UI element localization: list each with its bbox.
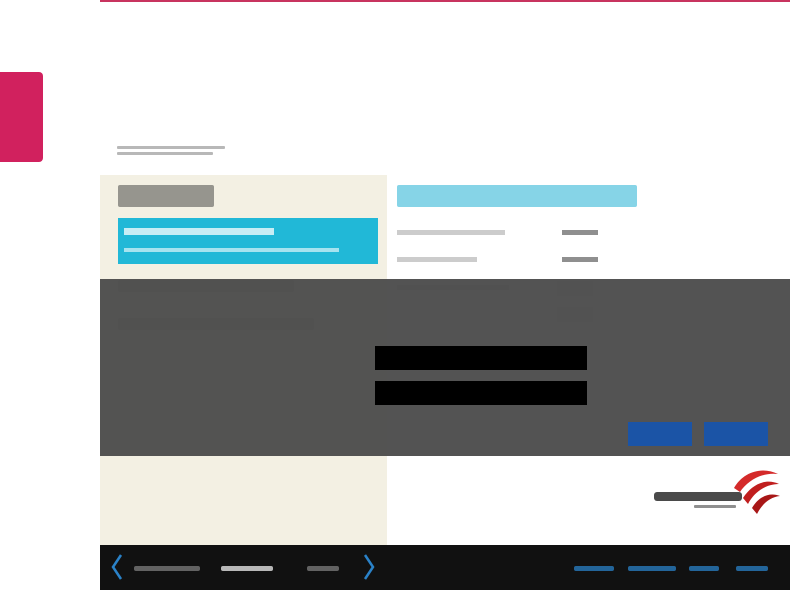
footer-action-discard[interactable] xyxy=(628,566,676,571)
setup-header-text xyxy=(117,146,229,160)
user-status-label xyxy=(397,257,477,262)
footer-tab-boot[interactable] xyxy=(307,566,339,571)
pane-title xyxy=(397,185,637,207)
footer-tab-security[interactable] xyxy=(221,566,273,571)
menu-item-label xyxy=(124,228,274,235)
top-accent-rule xyxy=(100,0,790,2)
chevron-left-icon[interactable] xyxy=(110,553,124,581)
user-status-value xyxy=(562,257,598,262)
footer-action-home[interactable] xyxy=(574,566,614,571)
confirm-password-input[interactable] xyxy=(375,381,587,405)
supervisor-status-label xyxy=(397,230,505,235)
footer-action-boot[interactable] xyxy=(736,566,768,571)
menu-item-description xyxy=(124,248,339,252)
side-bookmark-tab xyxy=(0,72,43,162)
section-title xyxy=(118,185,214,207)
new-password-input[interactable] xyxy=(375,346,587,370)
dialog-title xyxy=(199,293,449,323)
ok-button[interactable] xyxy=(628,422,692,446)
confirm-password-label xyxy=(198,382,368,406)
supervisor-status-value xyxy=(562,230,598,235)
chevron-right-icon[interactable] xyxy=(362,553,376,581)
phoenix-logo xyxy=(654,470,780,514)
menu-item-accounts-password[interactable] xyxy=(118,218,378,264)
footer-nav-bar xyxy=(100,545,790,590)
set-user-password-dialog xyxy=(100,279,790,456)
enter-password-label xyxy=(198,345,368,369)
cancel-button[interactable] xyxy=(704,422,768,446)
footer-tab-advanced[interactable] xyxy=(134,566,200,571)
footer-action-save[interactable] xyxy=(689,566,719,571)
